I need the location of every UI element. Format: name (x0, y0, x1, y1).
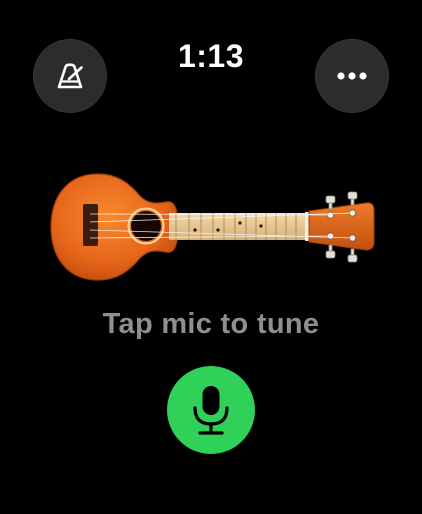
tuner-screen: 1:13 Tap mic to tune (0, 0, 422, 514)
microphone-icon (193, 386, 229, 435)
microphone-button[interactable] (167, 366, 255, 454)
ukulele-image (50, 173, 375, 281)
tune-prompt: Tap mic to tune (102, 308, 320, 340)
more-options-button[interactable] (315, 39, 389, 113)
ellipsis-icon (337, 72, 367, 80)
